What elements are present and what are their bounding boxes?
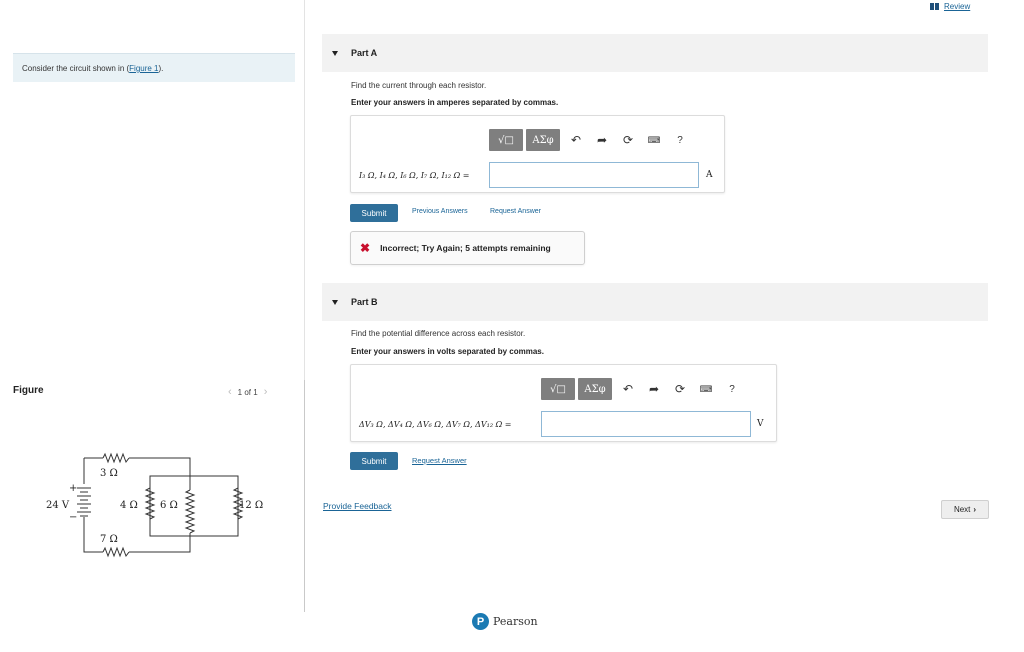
label-12-ohm: 12 Ω (239, 500, 263, 511)
part-a-answer-box: √□ AΣφ ↶ ➦ ⟳ ⌨ ? I₃ Ω, I₄ Ω, I₆ Ω, I₇ Ω,… (350, 115, 725, 193)
templates-button[interactable]: √□ (489, 129, 523, 151)
resistor-6-zigzag (184, 489, 196, 534)
part-b-header[interactable]: Part B (322, 283, 988, 321)
previous-answers-link[interactable]: Previous Answers (412, 208, 468, 215)
greek-symbols-button[interactable]: AΣφ (526, 129, 560, 151)
pearson-p-icon: P (472, 613, 489, 630)
part-a-toolbar: √□ AΣφ ↶ ➦ ⟳ ⌨ ? (489, 129, 693, 151)
intro-close: ). (158, 64, 164, 73)
part-a-submit-button[interactable]: Submit (350, 204, 398, 222)
undo-icon[interactable]: ↶ (563, 129, 589, 151)
circuit-diagram: 3 Ω 7 Ω 4 Ω 6 Ω 12 Ω 24 V + − (46, 452, 263, 558)
part-b-unit: V (757, 419, 764, 429)
label-4-ohm: 4 Ω (120, 500, 138, 511)
next-label: Next (953, 505, 971, 514)
pearson-wordmark: Pearson (493, 615, 538, 628)
incorrect-x-icon: ✖ (360, 241, 371, 255)
intro-text: Consider the circuit shown in ( (22, 64, 130, 73)
figure-pager: ‹ 1 of 1 › (228, 386, 267, 398)
battery-plus: + (69, 483, 77, 494)
keyboard-icon[interactable]: ⌨ (693, 378, 719, 400)
resistor-3-zigzag (102, 452, 130, 464)
review-link[interactable]: Review (930, 2, 970, 11)
figure-heading: Figure (13, 385, 44, 396)
reset-icon[interactable]: ⟳ (667, 378, 693, 400)
battery-minus: − (69, 512, 77, 523)
part-a-answer-input[interactable] (489, 162, 699, 188)
battery-label: 24 V (46, 500, 70, 511)
collapse-triangle-icon (332, 50, 338, 56)
feedback-text: Incorrect; Try Again; 5 attempts remaini… (380, 243, 551, 253)
part-a-title: Part A (351, 48, 378, 58)
part-b-submit-button[interactable]: Submit (350, 452, 398, 470)
part-a-header[interactable]: Part A (322, 34, 988, 72)
part-a-equation-label: I₃ Ω, I₄ Ω, I₆ Ω, I₇ Ω, I₁₂ Ω = (359, 171, 470, 180)
help-icon[interactable]: ? (719, 378, 745, 400)
greek-icon: AΣφ (532, 134, 554, 146)
keyboard-icon[interactable]: ⌨ (641, 129, 667, 151)
resistor-7-zigzag (102, 546, 130, 558)
next-button[interactable]: Next › (941, 500, 989, 519)
part-b-prompt: Find the potential difference across eac… (351, 329, 526, 338)
part-a-instruction: Enter your answers in amperes separated … (351, 98, 559, 107)
help-icon[interactable]: ? (667, 129, 693, 151)
redo-icon[interactable]: ➦ (641, 378, 667, 400)
part-b-title: Part B (351, 297, 378, 307)
figure-link[interactable]: Figure 1 (129, 64, 158, 73)
collapse-triangle-icon (332, 299, 338, 305)
redo-icon[interactable]: ➦ (589, 129, 615, 151)
chevron-right-icon: › (973, 505, 977, 514)
part-b-instruction: Enter your answers in volts separated by… (351, 347, 544, 356)
prev-figure-icon[interactable]: ‹ (228, 386, 232, 398)
greek-symbols-button[interactable]: AΣφ (578, 378, 612, 400)
templates-icon: √□ (550, 383, 566, 395)
part-b-answer-input[interactable] (541, 411, 751, 437)
next-figure-icon[interactable]: › (264, 386, 268, 398)
figure-divider (304, 380, 305, 612)
label-3-ohm: 3 Ω (100, 468, 118, 479)
provide-feedback-link[interactable]: Provide Feedback (323, 501, 392, 511)
book-icon (930, 3, 940, 10)
part-b-toolbar: √□ AΣφ ↶ ➦ ⟳ ⌨ ? (541, 378, 745, 400)
part-a-prompt: Find the current through each resistor. (351, 81, 487, 90)
pearson-logo: P Pearson (472, 613, 538, 630)
part-a-request-answer-link[interactable]: Request Answer (490, 208, 541, 215)
part-b-request-answer-link[interactable]: Request Answer (412, 456, 467, 465)
review-label: Review (944, 2, 971, 11)
part-b-equation-label: ΔV₃ Ω, ΔV₄ Ω, ΔV₆ Ω, ΔV₇ Ω, ΔV₁₂ Ω = (359, 420, 512, 429)
pager-count: 1 of 1 (237, 387, 258, 397)
intro-box: Consider the circuit shown in (Figure 1)… (13, 53, 295, 82)
part-a-feedback: ✖ Incorrect; Try Again; 5 attempts remai… (350, 231, 585, 265)
label-6-ohm: 6 Ω (160, 500, 178, 511)
label-7-ohm: 7 Ω (100, 534, 118, 545)
part-b-answer-box: √□ AΣφ ↶ ➦ ⟳ ⌨ ? ΔV₃ Ω, ΔV₄ Ω, ΔV₆ Ω, ΔV… (350, 364, 777, 442)
templates-icon: √□ (498, 134, 514, 146)
reset-icon[interactable]: ⟳ (615, 129, 641, 151)
part-a-unit: A (706, 170, 713, 180)
greek-icon: AΣφ (584, 383, 606, 395)
undo-icon[interactable]: ↶ (615, 378, 641, 400)
templates-button[interactable]: √□ (541, 378, 575, 400)
